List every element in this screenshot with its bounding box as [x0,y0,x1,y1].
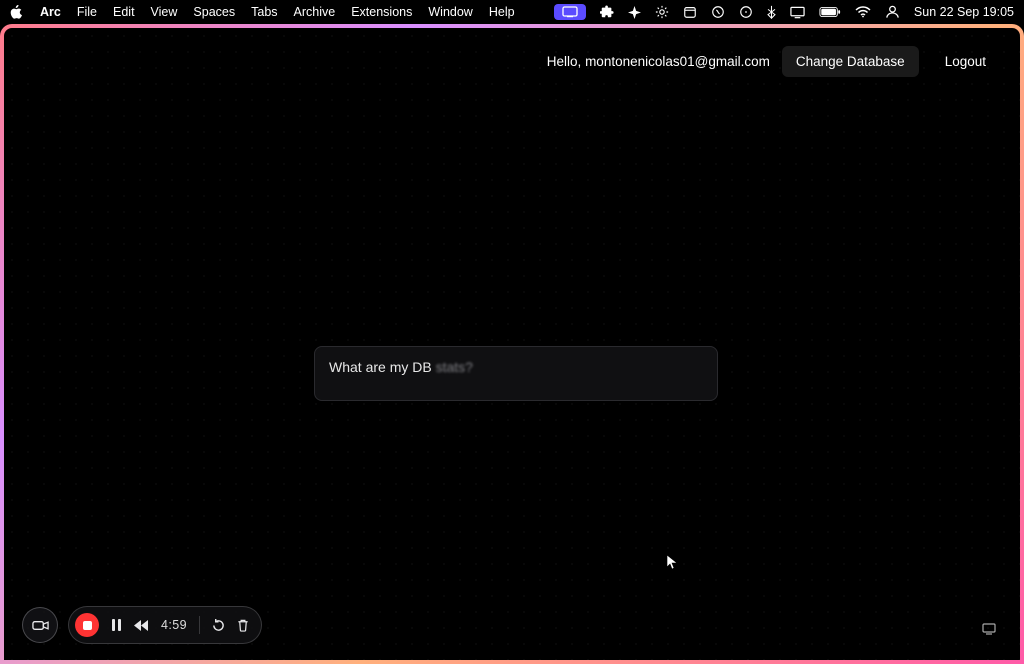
menubar-right: Sun 22 Sep 19:05 [554,4,1014,20]
menu-view[interactable]: View [151,5,178,19]
menu-tabs[interactable]: Tabs [251,5,277,19]
calendar-icon[interactable] [683,5,697,19]
camera-button[interactable] [22,607,58,643]
menu-edit[interactable]: Edit [113,5,135,19]
bluetooth-icon[interactable] [767,5,776,19]
menubar-clock[interactable]: Sun 22 Sep 19:05 [914,5,1014,19]
macos-menubar: Arc File Edit View Spaces Tabs Archive E… [0,0,1024,24]
logout-button[interactable]: Logout [931,46,1000,77]
battery-icon[interactable] [819,6,841,18]
greeting-prefix: Hello, [547,54,585,69]
circle-icon[interactable] [711,5,725,19]
wifi-icon[interactable] [855,6,871,18]
display-icon[interactable] [790,6,805,19]
menu-file[interactable]: File [77,5,97,19]
recording-controls: 4:59 [68,606,262,644]
menubar-left: Arc File Edit View Spaces Tabs Archive E… [10,5,515,19]
window-frame: Hello, montonenicolas01@gmail.com Change… [0,24,1024,664]
recording-toolbar: 4:59 [22,606,262,644]
screen-record-tray-icon[interactable] [554,4,586,20]
change-database-button[interactable]: Change Database [782,46,919,77]
divider [199,616,200,634]
menu-archive[interactable]: Archive [294,5,336,19]
menu-extensions[interactable]: Extensions [351,5,412,19]
greeting-text: Hello, montonenicolas01@gmail.com [547,54,770,69]
restart-button[interactable] [212,619,225,632]
diamond-icon[interactable] [628,6,641,19]
chat-suggestion: stats? [436,359,473,375]
header-bar: Hello, montonenicolas01@gmail.com Change… [547,46,1000,77]
chat-input[interactable]: What are my DB stats? [314,346,718,401]
app-name[interactable]: Arc [40,5,61,19]
user-email: montonenicolas01@gmail.com [585,54,770,69]
delete-button[interactable] [237,619,249,632]
pause-button[interactable] [111,619,122,631]
rewind-button[interactable] [134,620,149,631]
chat-input-text: What are my DB stats? [329,359,473,375]
puzzle-icon[interactable] [600,5,614,19]
stop-icon [83,621,92,630]
menu-spaces[interactable]: Spaces [193,5,235,19]
mouse-cursor-icon [667,555,679,571]
apple-icon[interactable] [10,5,24,19]
gear-icon[interactable] [655,5,669,19]
chat-typed: What are my DB [329,359,436,375]
menu-help[interactable]: Help [489,5,515,19]
monitor-icon[interactable] [982,622,996,640]
menu-window[interactable]: Window [428,5,472,19]
stop-record-button[interactable] [75,613,99,637]
info-icon[interactable] [739,5,753,19]
recording-time: 4:59 [161,618,187,632]
app-viewport: Hello, montonenicolas01@gmail.com Change… [4,28,1020,660]
user-icon[interactable] [885,5,900,19]
